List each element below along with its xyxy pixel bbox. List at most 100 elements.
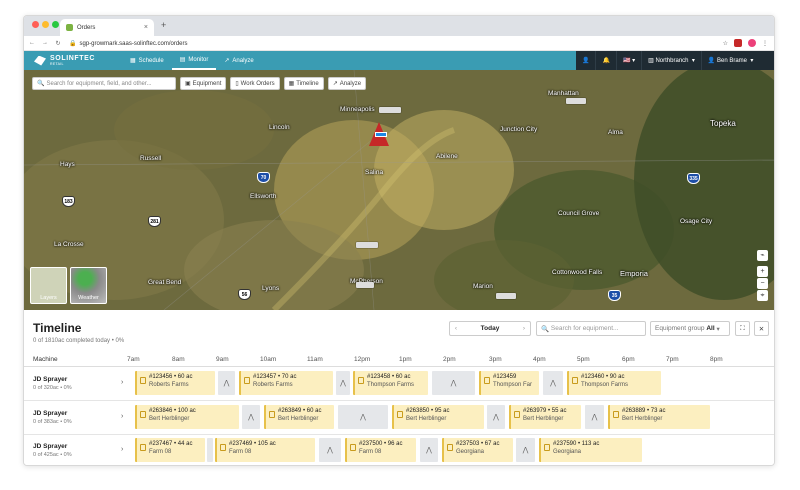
work-order-block[interactable]: #263850 • 95 ac Bert Herblinger: [392, 405, 484, 429]
user-menu[interactable]: 👤 Ben Brame ▾: [702, 51, 760, 70]
close-tab-icon[interactable]: ×: [144, 24, 148, 31]
travel-gap[interactable]: ⋀: [432, 371, 475, 395]
equipment-button[interactable]: ▣ Equipment: [180, 77, 227, 90]
travel-gap[interactable]: ⋀: [585, 405, 604, 429]
calendar-icon: ▦: [130, 58, 136, 64]
work-order-block[interactable]: #237467 • 44 ac Farm 08: [135, 438, 205, 462]
timeline-header: Machine 7am 8am 9am 10am 11am 12pm 1pm 2…: [24, 353, 774, 367]
travel-gap[interactable]: ⋀: [516, 438, 535, 462]
bookmark-star-icon[interactable]: ☆: [723, 40, 728, 47]
minimize-window-icon[interactable]: [42, 21, 49, 28]
zoom-in-button[interactable]: +: [757, 266, 768, 277]
chevron-right-icon[interactable]: ›: [121, 446, 123, 453]
city-label: Emporia: [620, 269, 648, 278]
map-icon: ▤: [179, 57, 186, 63]
reload-icon[interactable]: ↻: [53, 40, 63, 47]
vehicle-marker[interactable]: [496, 293, 516, 299]
map-search-input[interactable]: 🔍 Search for equipment, field, and other.…: [32, 77, 176, 90]
layers-toggle[interactable]: Layers: [30, 267, 67, 304]
sprayer-icon: [375, 132, 387, 137]
close-icon[interactable]: ✕: [754, 321, 769, 336]
work-order-block[interactable]: #123458 • 60 ac Thompson Farms: [353, 371, 428, 395]
work-order-block[interactable]: #237503 • 67 ac Georgiana: [442, 438, 513, 462]
city-label: Topeka: [710, 119, 736, 128]
zoom-out-button[interactable]: −: [757, 278, 768, 289]
work-order-block[interactable]: #237590 • 113 ac Georgiana: [539, 438, 642, 462]
next-day-icon[interactable]: ›: [518, 325, 530, 332]
search-icon: 🔍: [37, 81, 45, 87]
work-order-block[interactable]: #263846 • 100 ac Bert Herblinger: [135, 405, 239, 429]
chevron-right-icon[interactable]: ›: [121, 379, 123, 386]
locate-icon[interactable]: ⌖: [757, 290, 768, 301]
work-order-block[interactable]: #123457 • 70 ac Roberts Farms: [239, 371, 333, 395]
work-order-block[interactable]: #237469 • 105 ac Farm 08: [215, 438, 315, 462]
new-tab-icon[interactable]: +: [161, 20, 166, 30]
forward-icon[interactable]: →: [40, 40, 50, 46]
hour-label: 7am: [127, 356, 140, 363]
machine-row[interactable]: JD Sprayer 0 of 425ac • 0% › #237467 • 4…: [24, 435, 774, 465]
work-order-icon: [613, 411, 619, 418]
work-order-block[interactable]: #123459 Thompson Far: [479, 371, 539, 395]
profile-avatar-icon[interactable]: [748, 39, 756, 47]
weather-toggle[interactable]: Weather: [70, 267, 107, 304]
back-icon[interactable]: ←: [27, 40, 37, 46]
date-navigator: ‹ Today ›: [449, 321, 531, 336]
hour-label: 11am: [307, 356, 323, 363]
calendar-icon: ▦: [288, 81, 295, 87]
travel-gap[interactable]: ⋀: [420, 438, 438, 462]
browser-tab[interactable]: Orders ×: [60, 19, 154, 36]
travel-gap[interactable]: ⋀: [218, 371, 235, 395]
vehicle-marker[interactable]: [379, 107, 401, 113]
city-label: Salina: [365, 169, 384, 176]
extension-icon[interactable]: [734, 39, 742, 47]
work-order-block[interactable]: #263889 • 73 ac Bert Herblinger: [608, 405, 710, 429]
solinftec-logo[interactable]: SOLINFTEC RETAIL: [34, 55, 122, 66]
travel-gap[interactable]: ⋀: [543, 371, 563, 395]
work-order-block[interactable]: #123456 • 60 ac Roberts Farms: [135, 371, 215, 395]
selected-vehicle-marker[interactable]: [363, 122, 397, 146]
travel-gap[interactable]: [207, 438, 213, 462]
us-route-shield-icon: 56: [238, 289, 251, 300]
document-icon: ▯: [235, 81, 239, 87]
equipment-group-select[interactable]: Equipment group All ▾: [650, 321, 730, 336]
road-icon: ⋀: [522, 447, 529, 454]
vehicle-marker[interactable]: [356, 242, 378, 248]
travel-gap[interactable]: ⋀: [336, 371, 350, 395]
notification-bell-icon[interactable]: 🔔: [596, 51, 617, 70]
maximize-window-icon[interactable]: [52, 21, 59, 28]
work-order-block[interactable]: #263979 • 55 ac Bert Herblinger: [509, 405, 581, 429]
work-orders-button[interactable]: ▯ Work Orders: [230, 77, 280, 90]
travel-gap[interactable]: ⋀: [242, 405, 260, 429]
city-label: Lyons: [262, 285, 280, 292]
nav-analyze[interactable]: ↗ Analyze: [216, 51, 261, 70]
map-view[interactable]: 🔍 Search for equipment, field, and other.…: [24, 70, 774, 310]
date-label[interactable]: Today: [462, 325, 518, 332]
chevron-right-icon[interactable]: ›: [121, 413, 123, 420]
machine-row[interactable]: JD Sprayer 0 of 320ac • 0% › #123456 • 6…: [24, 368, 774, 401]
work-order-block[interactable]: #123460 • 90 ac Thompson Farms: [567, 371, 661, 395]
equipment-search-input[interactable]: 🔍 Search for equipment...: [536, 321, 646, 336]
vehicle-marker[interactable]: [566, 98, 586, 104]
travel-gap[interactable]: ⋀: [319, 438, 341, 462]
nav-schedule[interactable]: ▦ Schedule: [122, 51, 172, 70]
language-flag-icon[interactable]: 🇺🇸 ▾: [617, 51, 643, 70]
timeline-title: Timeline: [33, 321, 82, 335]
timeline-button[interactable]: ▦ Timeline: [283, 77, 324, 90]
machine-row[interactable]: JD Sprayer 0 of 383ac • 0% › #263846 • 1…: [24, 402, 774, 435]
work-order-block[interactable]: #263849 • 60 ac Bert Herblinger: [264, 405, 334, 429]
analyze-button[interactable]: ↗ Analyze: [327, 77, 367, 90]
measure-icon[interactable]: ⌁: [757, 250, 768, 261]
travel-gap[interactable]: ⋀: [338, 405, 388, 429]
work-order-block[interactable]: #237500 • 96 ac Farm 08: [345, 438, 416, 462]
url-field[interactable]: 🔒 sgp-growmark.saas-solinftec.com/orders: [69, 40, 188, 47]
vehicle-marker[interactable]: [356, 282, 374, 288]
browser-menu-icon[interactable]: ⋮: [762, 40, 768, 47]
operator-icon[interactable]: 👤: [576, 51, 597, 70]
close-window-icon[interactable]: [32, 21, 39, 28]
hour-label: 3pm: [489, 356, 502, 363]
travel-gap[interactable]: ⋀: [487, 405, 505, 429]
branch-selector[interactable]: ▥ Northbranch ▾: [642, 51, 702, 70]
previous-day-icon[interactable]: ‹: [450, 325, 462, 332]
expand-icon[interactable]: ⛶: [735, 321, 750, 336]
nav-monitor[interactable]: ▤ Monitor: [171, 51, 217, 70]
